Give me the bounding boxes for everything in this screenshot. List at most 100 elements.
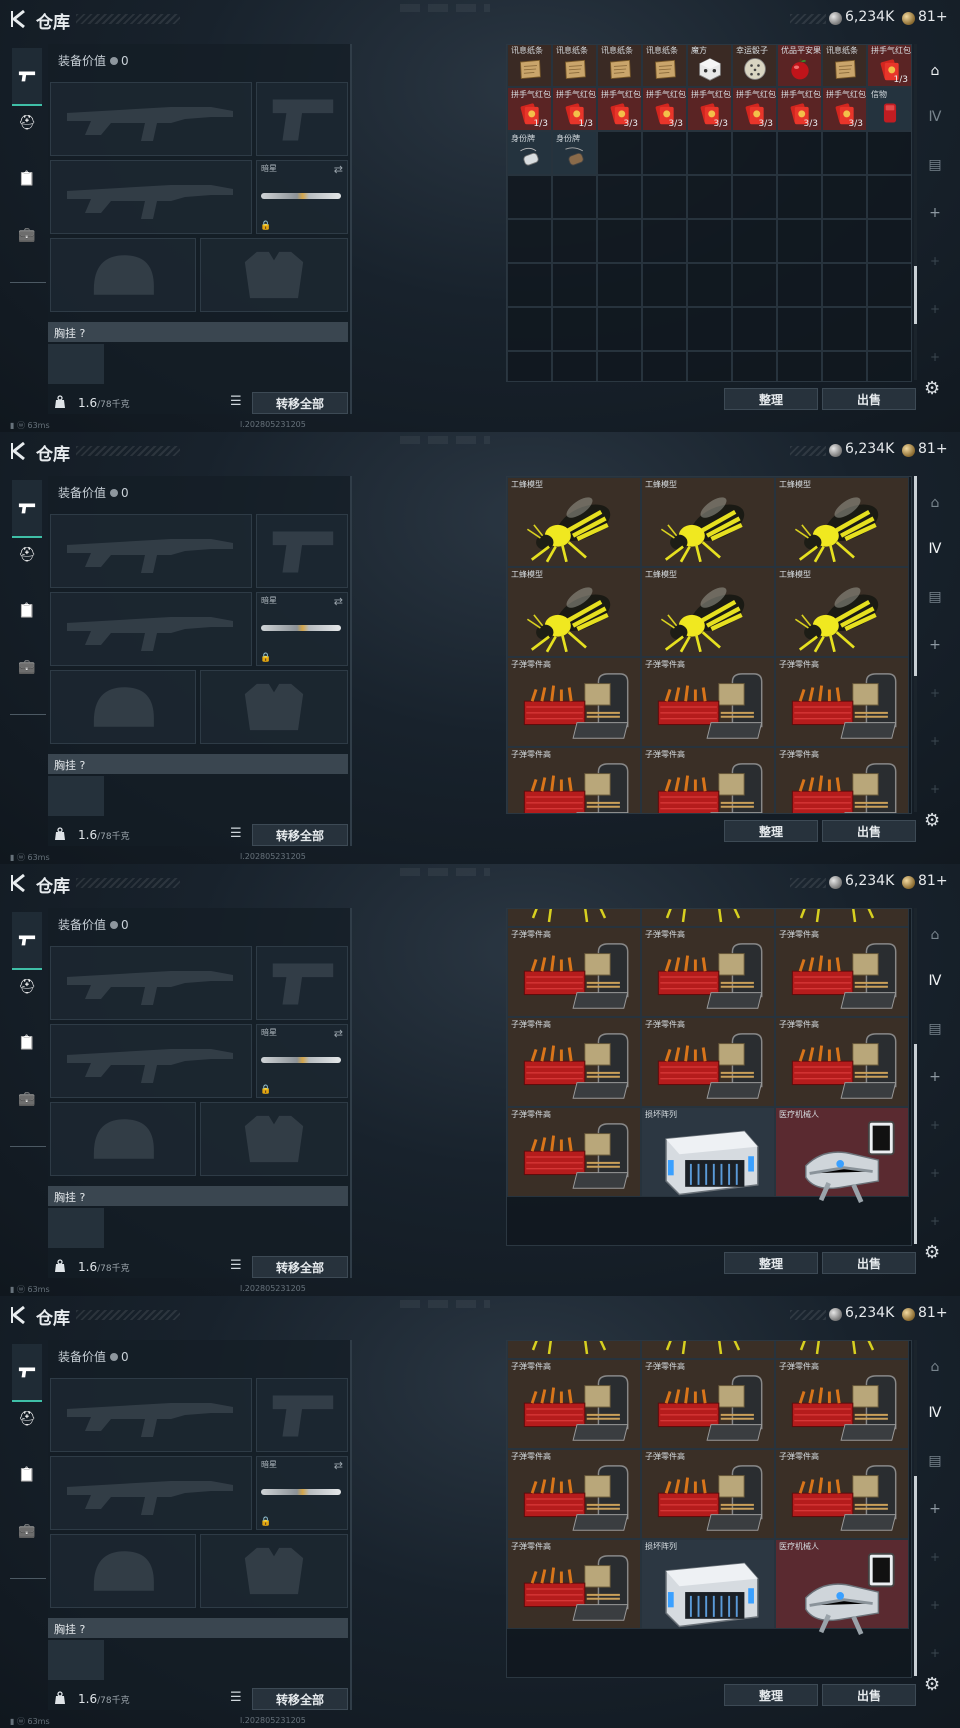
inventory-item[interactable]: 工蜂模型 <box>641 567 775 657</box>
chest-rig-header[interactable]: 胸挂 ? <box>48 1186 348 1206</box>
add-storage-plus-icon[interactable]: + <box>924 1642 946 1664</box>
empty-grid-cell[interactable] <box>822 219 867 263</box>
add-storage-plus-icon[interactable]: + <box>924 778 946 800</box>
empty-grid-cell[interactable] <box>777 219 822 263</box>
inventory-item[interactable]: 子弹零件高 <box>775 747 909 813</box>
empty-grid-cell[interactable] <box>552 219 597 263</box>
settings-gear-icon[interactable]: ⚙ <box>924 1242 946 1264</box>
inventory-item[interactable]: 工蜂模型 <box>775 477 909 567</box>
inventory-item[interactable] <box>507 909 641 927</box>
inventory-item[interactable] <box>775 909 909 927</box>
helmet-slot[interactable] <box>50 238 196 312</box>
empty-grid-cell[interactable] <box>732 351 777 381</box>
backpack-tab-briefcase-icon[interactable]: 💼 <box>12 652 42 682</box>
add-storage-plus-icon[interactable]: + <box>924 730 946 752</box>
swap-arrows-icon[interactable]: ⇄ <box>334 1027 343 1040</box>
empty-grid-cell[interactable] <box>822 175 867 219</box>
chest-rig-slot[interactable] <box>48 1640 104 1680</box>
add-storage-plus-icon[interactable]: + <box>924 1114 946 1136</box>
sidearm-slot[interactable] <box>256 946 348 1020</box>
gold-currency-amount[interactable]: 81+ <box>918 441 948 457</box>
inventory-item[interactable] <box>641 909 775 927</box>
empty-grid-cell[interactable] <box>642 307 687 351</box>
inventory-item[interactable]: 子弹零件高 <box>507 927 641 1017</box>
empty-grid-cell[interactable] <box>642 131 687 175</box>
weapon-tab-pistol-icon[interactable] <box>12 1344 42 1402</box>
empty-grid-cell[interactable] <box>507 351 552 381</box>
inventory-item[interactable]: 拼手气红包 3/3 <box>777 87 822 131</box>
empty-grid-cell[interactable] <box>732 307 777 351</box>
list-icon[interactable]: ☰ <box>230 1258 246 1274</box>
add-storage-plus-icon[interactable]: + <box>924 1066 946 1088</box>
body-armor-slot[interactable] <box>200 1534 348 1608</box>
empty-grid-cell[interactable] <box>687 175 732 219</box>
empty-grid-cell[interactable] <box>507 307 552 351</box>
swap-arrows-icon[interactable]: ⇄ <box>334 163 343 176</box>
settings-gear-icon[interactable]: ⚙ <box>924 378 946 400</box>
inventory-item[interactable]: 工蜂模型 <box>775 567 909 657</box>
sort-button[interactable]: 整理 <box>724 388 818 410</box>
settings-gear-icon[interactable]: ⚙ <box>924 810 946 832</box>
swap-arrows-icon[interactable]: ⇄ <box>334 595 343 608</box>
helmet-slot[interactable] <box>50 1534 196 1608</box>
empty-grid-cell[interactable] <box>552 263 597 307</box>
melee-slot[interactable]: 暗星 ⇄ 🔒 <box>256 1456 348 1530</box>
weapon-tab-pistol-icon[interactable] <box>12 480 42 538</box>
inventory-item[interactable]: 讯息纸条 <box>597 45 642 87</box>
back-arrow-icon[interactable] <box>10 9 28 29</box>
inventory-item[interactable]: 子弹零件高 <box>507 657 641 747</box>
inventory-item[interactable]: 工蜂模型 <box>507 567 641 657</box>
inventory-item[interactable] <box>507 1341 641 1359</box>
inventory-item[interactable]: 子弹零件高 <box>775 927 909 1017</box>
inventory-item[interactable]: 医疗机械人 <box>775 1107 909 1204</box>
inventory-item[interactable]: 子弹零件高 <box>507 747 641 813</box>
empty-grid-cell[interactable] <box>822 351 867 381</box>
storage-tab-iv-icon[interactable]: Ⅳ <box>924 970 946 992</box>
melee-slot[interactable]: 暗星 ⇄ 🔒 <box>256 592 348 666</box>
inventory-item[interactable]: 子弹零件高 <box>641 1359 775 1449</box>
scrollbar-thumb[interactable] <box>914 1476 917 1676</box>
inventory-item[interactable]: 拼手气红包 3/3 <box>732 87 777 131</box>
empty-grid-cell[interactable] <box>732 131 777 175</box>
inventory-item[interactable]: 优品平安果 <box>777 45 822 87</box>
sidearm-slot[interactable] <box>256 1378 348 1452</box>
empty-grid-cell[interactable] <box>552 175 597 219</box>
empty-grid-cell[interactable] <box>597 175 642 219</box>
empty-grid-cell[interactable] <box>507 219 552 263</box>
empty-grid-cell[interactable] <box>642 263 687 307</box>
bag-tab-clipboard-icon[interactable]: 📋 <box>12 1460 42 1490</box>
empty-grid-cell[interactable] <box>507 175 552 219</box>
weapon-tab-pistol-icon[interactable] <box>12 912 42 970</box>
primary-weapon-slot[interactable] <box>50 514 252 588</box>
add-storage-plus-icon[interactable]: + <box>924 682 946 704</box>
empty-grid-cell[interactable] <box>507 263 552 307</box>
inventory-item[interactable]: 子弹零件高 <box>641 747 775 813</box>
transfer-all-button[interactable]: 转移全部 <box>252 824 348 846</box>
inventory-item[interactable]: 讯息纸条 <box>822 45 867 87</box>
add-storage-plus-icon[interactable]: + <box>924 634 946 656</box>
bag-tab-clipboard-icon[interactable]: 📋 <box>12 164 42 194</box>
inventory-item[interactable]: 讯息纸条 <box>552 45 597 87</box>
inventory-item[interactable]: 子弹零件高 <box>641 657 775 747</box>
body-armor-slot[interactable] <box>200 670 348 744</box>
body-armor-slot[interactable] <box>200 238 348 312</box>
inventory-item[interactable]: 损坏阵列 <box>641 1539 775 1629</box>
empty-grid-cell[interactable] <box>687 263 732 307</box>
scrollbar-thumb[interactable] <box>914 266 917 324</box>
storage-tab-vault-icon[interactable]: ⌂ <box>924 1356 946 1378</box>
empty-grid-cell[interactable] <box>642 219 687 263</box>
empty-grid-cell[interactable] <box>597 307 642 351</box>
inventory-item[interactable]: 子弹零件高 <box>507 1359 641 1449</box>
sell-button[interactable]: 出售 <box>822 1684 916 1706</box>
empty-grid-cell[interactable] <box>867 351 911 381</box>
empty-grid-cell[interactable] <box>687 351 732 381</box>
secondary-weapon-slot[interactable] <box>50 160 252 234</box>
inventory-item[interactable]: 拼手气红包 3/3 <box>642 87 687 131</box>
inventory-item[interactable]: 工蜂模型 <box>641 477 775 567</box>
inventory-item[interactable]: 拼手气红包 1/3 <box>552 87 597 131</box>
armor-tab-helmet-icon[interactable]: ⛑ <box>12 1404 42 1434</box>
chest-rig-slot[interactable] <box>48 1208 104 1248</box>
chest-rig-header[interactable]: 胸挂 ? <box>48 1618 348 1638</box>
backpack-tab-briefcase-icon[interactable]: 💼 <box>12 1516 42 1546</box>
inventory-item[interactable]: 子弹零件高 <box>507 1017 641 1107</box>
